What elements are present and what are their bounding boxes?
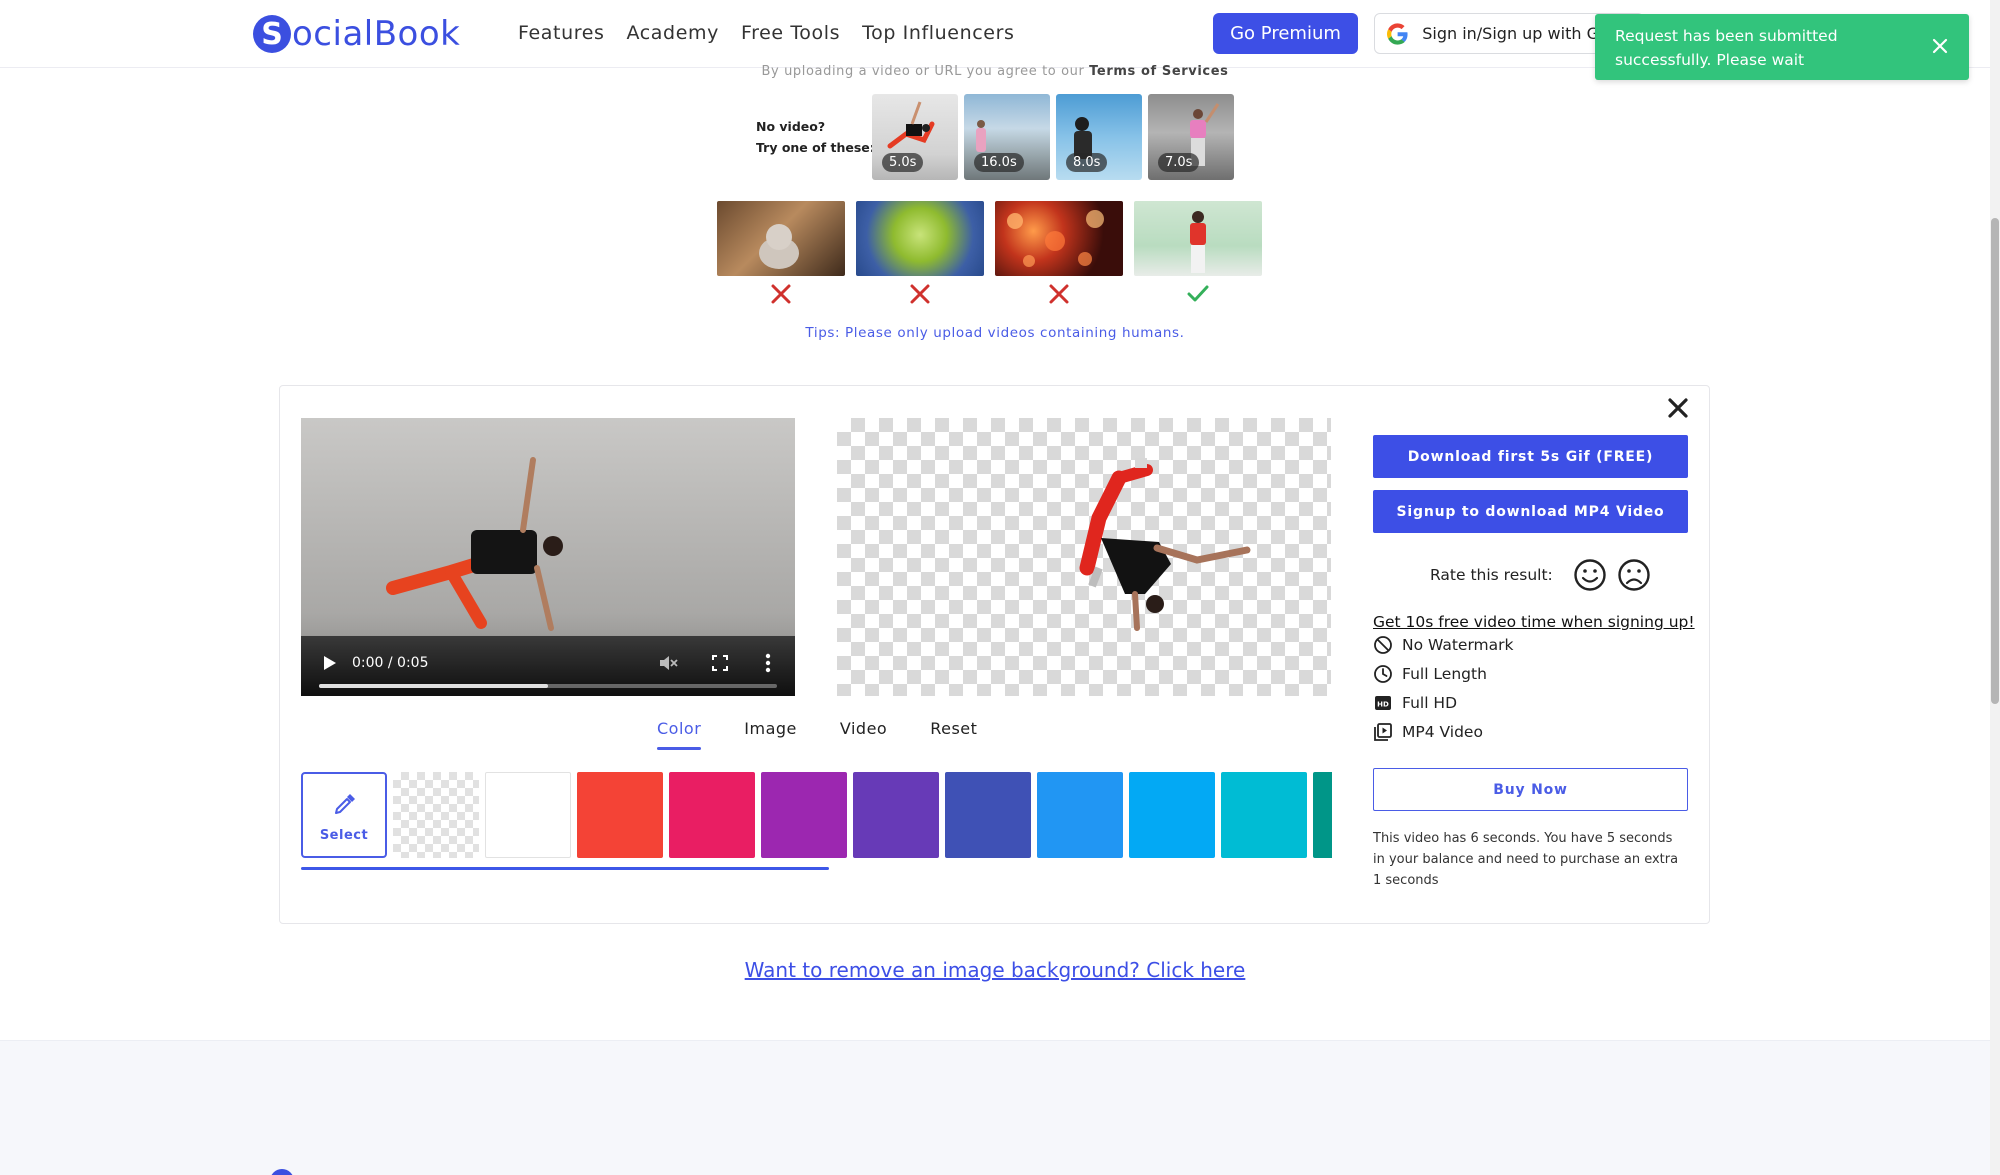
footer-logo-mark xyxy=(270,1169,294,1175)
sample-video-3[interactable]: 8.0s xyxy=(1056,94,1142,180)
cutout-figure xyxy=(1079,458,1251,631)
nav-free-tools[interactable]: Free Tools xyxy=(741,22,840,44)
color-swatch[interactable] xyxy=(1129,772,1215,858)
google-icon xyxy=(1387,22,1408,45)
color-swatch[interactable] xyxy=(1221,772,1307,858)
check-icon xyxy=(1187,285,1209,302)
sample-duration: 5.0s xyxy=(882,153,924,172)
terms-prefix: By uploading a video or URL you agree to… xyxy=(761,64,1085,79)
result-preview xyxy=(837,418,1331,696)
video-progress-bar[interactable] xyxy=(319,684,777,688)
feature-label: Full HD xyxy=(1402,694,1458,712)
sample-video-2[interactable]: 16.0s xyxy=(964,94,1050,180)
clock-icon xyxy=(1374,665,1392,683)
feature-label: MP4 Video xyxy=(1402,723,1483,741)
example-cat-image xyxy=(717,201,845,276)
close-editor-icon[interactable] xyxy=(1667,397,1689,419)
more-options-icon[interactable] xyxy=(765,652,771,674)
tab-reset[interactable]: Reset xyxy=(930,719,977,750)
color-swatch[interactable] xyxy=(853,772,939,858)
swatch-transparent[interactable] xyxy=(393,772,479,858)
feature-mp4-video: MP4 Video xyxy=(1373,722,1483,742)
color-swatches: Select xyxy=(301,772,1332,858)
sample-duration: 7.0s xyxy=(1158,153,1200,172)
fullscreen-icon[interactable] xyxy=(711,654,729,672)
upload-tips: Tips: Please only upload videos containi… xyxy=(805,325,1185,341)
eyedropper-icon xyxy=(335,794,355,814)
nav-academy[interactable]: Academy xyxy=(627,22,719,44)
no-video-line1: No video? xyxy=(756,119,826,134)
play-icon[interactable] xyxy=(323,655,337,671)
original-video-player[interactable]: 0:00 / 0:05 xyxy=(301,418,795,696)
svg-text:HD: HD xyxy=(1377,701,1389,709)
color-swatch[interactable] xyxy=(669,772,755,858)
logo-text: ocialBook xyxy=(292,14,461,54)
muted-speaker-icon[interactable] xyxy=(657,652,679,674)
x-icon xyxy=(771,284,791,304)
video-controls: 0:00 / 0:05 xyxy=(301,634,795,696)
swatch-white[interactable] xyxy=(485,772,571,858)
background-tabs: Color Image Video Reset xyxy=(657,719,1020,750)
hd-icon: HD xyxy=(1375,696,1391,710)
color-swatch[interactable] xyxy=(761,772,847,858)
remove-image-background-link[interactable]: Want to remove an image background? Clic… xyxy=(700,958,1290,982)
color-swatch[interactable] xyxy=(945,772,1031,858)
eyedropper-select-button[interactable]: Select xyxy=(301,772,387,858)
select-label: Select xyxy=(319,828,369,843)
sample-duration: 8.0s xyxy=(1066,153,1108,172)
buy-now-button[interactable]: Buy Now xyxy=(1373,768,1688,811)
person-illustration xyxy=(1190,211,1206,273)
swatch-scrollbar[interactable] xyxy=(301,867,829,870)
success-toast: Request has been submitted successfully.… xyxy=(1595,14,1969,80)
download-gif-button[interactable]: Download first 5s Gif (FREE) xyxy=(1373,435,1688,478)
example-person-image xyxy=(1134,201,1262,276)
feature-full-length: Full Length xyxy=(1373,664,1487,684)
rate-label: Rate this result: xyxy=(1430,566,1553,584)
go-premium-button[interactable]: Go Premium xyxy=(1213,13,1358,54)
nav-features[interactable]: Features xyxy=(518,22,605,44)
mp4-video-icon xyxy=(1374,723,1392,741)
x-icon xyxy=(1049,284,1069,304)
bokeh-lights xyxy=(1007,210,1104,267)
feature-no-watermark: No Watermark xyxy=(1373,635,1514,655)
signup-mp4-button[interactable]: Signup to download MP4 Video xyxy=(1373,490,1688,533)
sad-face-icon[interactable] xyxy=(1617,558,1651,592)
video-progress-fill xyxy=(319,684,548,688)
feature-label: No Watermark xyxy=(1402,636,1514,654)
example-bokeh-image xyxy=(995,201,1123,276)
tab-color[interactable]: Color xyxy=(657,719,702,750)
socialbook-logo[interactable]: S ocialBook xyxy=(253,14,460,54)
close-icon[interactable] xyxy=(1929,35,1951,57)
sample-video-1[interactable]: 5.0s xyxy=(872,94,958,180)
no-video-line2: Try one of these: xyxy=(756,140,875,155)
main-nav: Features Academy Free Tools Top Influenc… xyxy=(518,22,1014,44)
toast-message: Request has been submitted successfully.… xyxy=(1615,27,1838,69)
terms-link[interactable]: Terms of Services xyxy=(1089,64,1228,79)
rating-row: Rate this result: xyxy=(1430,558,1651,592)
feature-label: Full Length xyxy=(1402,665,1487,683)
terms-notice: By uploading a video or URL you agree to… xyxy=(700,64,1290,79)
color-swatch[interactable] xyxy=(577,772,663,858)
free-time-promo-link[interactable]: Get 10s free video time when signing up! xyxy=(1373,613,1695,631)
example-flower-image xyxy=(856,201,984,276)
nav-top-influencers[interactable]: Top Influencers xyxy=(862,22,1014,44)
page-scrollbar-thumb[interactable] xyxy=(1991,218,1999,704)
color-swatch[interactable] xyxy=(1313,772,1332,858)
tab-image[interactable]: Image xyxy=(744,719,797,750)
no-watermark-icon xyxy=(1374,636,1392,654)
sample-video-4[interactable]: 7.0s xyxy=(1148,94,1234,180)
tab-video[interactable]: Video xyxy=(840,719,887,750)
video-time: 0:00 / 0:05 xyxy=(352,655,429,671)
x-icon xyxy=(910,284,930,304)
balance-note: This video has 6 seconds. You have 5 sec… xyxy=(1373,831,1679,888)
color-swatch[interactable] xyxy=(1037,772,1123,858)
happy-face-icon[interactable] xyxy=(1573,558,1607,592)
logo-mark: S xyxy=(253,15,291,53)
sample-duration: 16.0s xyxy=(974,153,1024,172)
feature-full-hd: HD Full HD xyxy=(1373,693,1457,713)
no-video-prompt: No video? Try one of these: xyxy=(756,116,875,158)
cat-illustration xyxy=(759,224,799,269)
page-footer xyxy=(0,1040,1990,1175)
